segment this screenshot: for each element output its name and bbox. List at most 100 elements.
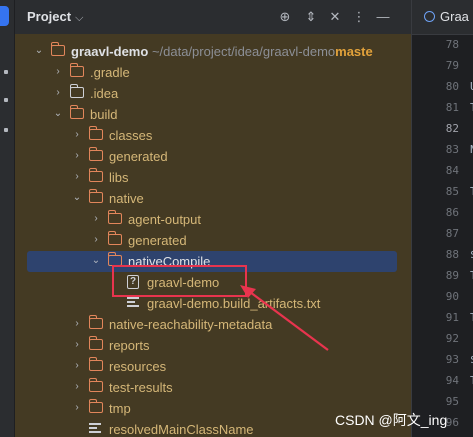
tree-node-label: native — [109, 191, 144, 206]
text-file-icon — [89, 423, 101, 435]
node-name: build — [90, 107, 118, 122]
folder-icon — [70, 84, 84, 98]
folder-icon — [89, 315, 103, 329]
node-name: test-results — [109, 380, 173, 395]
tree-node[interactable]: › native-reachability-metadata — [15, 314, 411, 335]
tree-node-label: tmp — [109, 401, 131, 416]
project-tree: ⌄ graavl-demo ~/data/project/idea/graavl-… — [15, 34, 411, 437]
chevron-right-icon[interactable]: › — [71, 150, 83, 162]
line-number: 90 — [445, 290, 459, 303]
tree-node[interactable]: › resources — [15, 356, 411, 377]
tree-node[interactable]: › .idea — [15, 83, 411, 104]
chevron-down-icon[interactable]: ⌄ — [33, 45, 45, 57]
tree-node-label: generated — [109, 149, 168, 164]
folder-icon — [51, 42, 65, 56]
node-name: .gradle — [90, 65, 130, 80]
chevron-right-icon[interactable]: › — [71, 318, 83, 330]
line-number: 86 — [445, 206, 459, 219]
panel-title: Project — [27, 9, 72, 24]
more-options-icon[interactable]: ⋮ — [351, 9, 367, 25]
tree-node[interactable]: ⌄ native — [15, 188, 411, 209]
chevron-right-icon[interactable]: › — [71, 171, 83, 183]
node-path-value: ~/data/project/idea/graavl-demo — [151, 44, 336, 59]
chevron-right-icon[interactable]: › — [71, 129, 83, 141]
tree-node[interactable]: ⌄ graavl-demo ~/data/project/idea/graavl-… — [15, 41, 411, 62]
chevron-right-icon[interactable]: › — [90, 234, 102, 246]
chevron-down-icon[interactable]: ⌄ — [90, 255, 102, 267]
line-number: 79 — [445, 59, 459, 72]
folder-icon — [89, 336, 103, 350]
folder-icon — [89, 378, 103, 392]
chevron-right-icon[interactable]: › — [90, 213, 102, 225]
tree-node[interactable]: › test-results — [15, 377, 411, 398]
node-name: generated — [109, 149, 168, 164]
tree-node[interactable]: › .gradle — [15, 62, 411, 83]
tree-node-label: libs — [109, 170, 129, 185]
panel-header: Project ⌵ ⊕ ⇕ ✕ ⋮ — — [15, 0, 411, 34]
line-number: 91 — [445, 311, 459, 324]
tree-node-label: test-results — [109, 380, 173, 395]
line-number: 87 — [445, 227, 459, 240]
tree-node[interactable]: › reports — [15, 335, 411, 356]
tool-icon[interactable] — [4, 70, 8, 74]
tree-node-label: resolvedMainClassName — [109, 422, 254, 437]
chevron-right-icon[interactable]: › — [52, 87, 64, 99]
project-view-selector[interactable]: Project ⌵ — [27, 9, 83, 25]
expand-collapse-icon[interactable]: ⇕ — [303, 9, 319, 25]
tree-node-label: .gradle — [90, 65, 130, 80]
collapse-all-icon[interactable]: ✕ — [327, 9, 343, 25]
crosshair-icon[interactable]: ⊕ — [277, 9, 293, 25]
line-number: 78 — [445, 38, 459, 51]
chevron-right-icon[interactable]: › — [71, 402, 83, 414]
node-name: .idea — [90, 86, 119, 101]
tool-icon[interactable] — [4, 128, 8, 132]
node-name: resources — [109, 359, 167, 374]
tree-node-label: resources — [109, 359, 166, 374]
node-name: resolvedMainClassName — [109, 422, 254, 437]
node-name: libs — [109, 170, 129, 185]
folder-icon — [70, 63, 84, 77]
project-tool-button[interactable] — [0, 6, 9, 26]
tree-node-label: agent-output — [128, 212, 201, 227]
class-icon — [424, 11, 435, 22]
tree-node[interactable]: ⌄ build — [15, 104, 411, 125]
watermark: CSDN @阿文_ing — [335, 412, 448, 428]
folder-icon — [108, 231, 122, 245]
chevron-right-icon[interactable]: › — [71, 381, 83, 393]
tree-node-label: graavl-demo.build_artifacts.txt — [147, 296, 320, 311]
chevron-right-icon[interactable]: › — [52, 66, 64, 78]
tree-node[interactable]: › classes — [15, 125, 411, 146]
line-number: 94 — [445, 374, 459, 387]
folder-icon — [108, 210, 122, 224]
tree-node-label: build — [90, 107, 117, 122]
project-panel: Project ⌵ ⊕ ⇕ ✕ ⋮ — ⌄ graavl-demo ~/data/p… — [15, 0, 422, 437]
folder-icon — [89, 126, 103, 140]
editor-tab[interactable]: Graa — [412, 0, 473, 35]
tree-node[interactable]: › libs — [15, 167, 411, 188]
tree-node[interactable]: › generated — [15, 230, 411, 251]
node-name: graavl-demo — [71, 44, 149, 59]
chevron-down-icon[interactable]: ⌄ — [52, 108, 64, 120]
highlight-box — [112, 265, 247, 297]
line-number: 84 — [445, 164, 459, 177]
line-number: 88 — [445, 248, 459, 261]
chevron-right-icon[interactable]: › — [71, 339, 83, 351]
node-path: ~/data/project/idea/graavl-demo — [148, 44, 335, 59]
tree-node[interactable]: › generated — [15, 146, 411, 167]
node-name: reports — [109, 338, 150, 353]
tool-window-strip — [0, 0, 15, 437]
folder-icon — [89, 168, 103, 182]
chevron-down-icon[interactable]: ⌄ — [71, 192, 83, 204]
node-name: graavl-demo.build_artifacts.txt — [147, 296, 321, 311]
tree-node-label: native-reachability-metadata — [109, 317, 272, 332]
node-name: native — [109, 191, 144, 206]
node-name: generated — [128, 233, 187, 248]
hide-icon[interactable]: — — [375, 9, 391, 25]
line-number: 92 — [445, 332, 459, 345]
tree-node-label: graavl-demo ~/data/project/idea/graavl-d… — [71, 44, 373, 59]
tree-node[interactable]: › agent-output — [15, 209, 411, 230]
tool-icon[interactable] — [4, 98, 8, 102]
chevron-right-icon[interactable]: › — [71, 360, 83, 372]
text-file-icon — [127, 297, 139, 309]
line-number: 82 — [445, 122, 459, 135]
